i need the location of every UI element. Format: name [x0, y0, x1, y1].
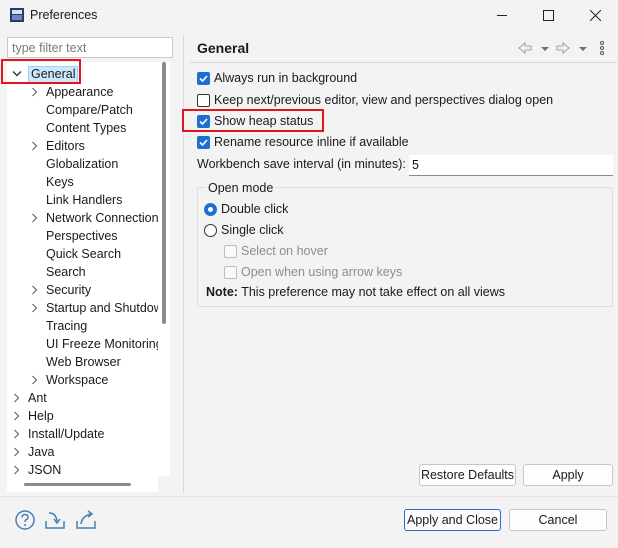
minimize-icon — [496, 14, 507, 16]
single-click-label: Single click — [221, 223, 284, 237]
double-click-radio[interactable]: Double click — [204, 200, 288, 218]
chevron-right-icon[interactable] — [11, 461, 21, 476]
tree-item-label: Network Connections — [46, 211, 158, 225]
tree-item-label: Security — [46, 283, 92, 297]
checkbox-checked-icon — [197, 135, 210, 149]
open-arrow-keys-label: Open when using arrow keys — [241, 265, 403, 279]
tree-vertical-scrollbar[interactable] — [162, 62, 166, 324]
save-interval-input[interactable] — [409, 155, 613, 176]
option-checkbox[interactable]: Always run in background — [197, 69, 357, 87]
filter-input[interactable] — [7, 37, 173, 58]
tree-item-label: Startup and Shutdown — [46, 301, 158, 315]
forward-dropdown-icon[interactable] — [578, 40, 588, 56]
chevron-right-icon[interactable] — [29, 137, 39, 155]
close-button[interactable] — [572, 0, 618, 30]
minimize-button[interactable] — [479, 0, 525, 30]
tree-item-label: Perspectives — [46, 229, 118, 243]
note-bold: Note: — [206, 285, 238, 299]
tree-horizontal-scrollbar[interactable] — [24, 483, 131, 486]
tree-item-label: UI Freeze Monitoring — [46, 337, 158, 351]
tree-item-label: Globalization — [46, 157, 119, 171]
option-label: Rename resource inline if available — [214, 135, 409, 149]
select-on-hover-checkbox[interactable]: Select on hover — [224, 242, 328, 260]
checkbox-checked-icon — [197, 71, 210, 85]
eclipse-app-icon — [10, 8, 24, 22]
open-mode-note: Note: This preference may not take effec… — [206, 285, 505, 299]
apply-and-close-button[interactable]: Apply and Close — [404, 509, 501, 531]
tree-item-label: Web Browser — [46, 355, 121, 369]
chevron-right-icon[interactable] — [11, 389, 21, 407]
tree-item-label: Editors — [46, 139, 85, 153]
tree-item-label: Workspace — [46, 373, 109, 387]
option-checkbox[interactable]: Rename resource inline if available — [197, 133, 409, 151]
chevron-right-icon[interactable] — [29, 281, 39, 299]
import-icon[interactable] — [44, 509, 66, 531]
option-label: Always run in background — [214, 71, 358, 85]
highlight-show-heap-status — [182, 109, 324, 132]
tree-item-label: Search — [46, 265, 86, 279]
back-dropdown-icon[interactable] — [540, 40, 550, 56]
help-icon[interactable] — [14, 509, 36, 531]
checkbox-unchecked-icon — [197, 93, 210, 107]
export-icon[interactable] — [75, 509, 97, 531]
close-icon — [589, 9, 601, 21]
note-text: This preference may not take effect on a… — [237, 285, 505, 299]
tree-item-label: Help — [28, 409, 54, 423]
chevron-right-icon[interactable] — [29, 299, 39, 317]
restore-defaults-button[interactable]: Restore Defaults — [419, 464, 516, 486]
pane-divider[interactable] — [183, 35, 184, 493]
tree-item-label: Quick Search — [46, 247, 122, 261]
tree-item-label: Java — [28, 445, 55, 459]
chevron-right-icon[interactable] — [29, 209, 39, 227]
chevron-right-icon[interactable] — [11, 443, 21, 461]
tree-item-label: Install/Update — [28, 427, 105, 441]
double-click-label: Double click — [221, 202, 289, 216]
checkbox-box — [224, 244, 237, 258]
view-menu-icon[interactable] — [598, 40, 606, 56]
tree-item-label: Link Handlers — [46, 193, 123, 207]
open-arrow-keys-checkbox[interactable]: Open when using arrow keys — [224, 263, 402, 281]
apply-button[interactable]: Apply — [523, 464, 613, 486]
tree-item-label: Appearance — [46, 85, 114, 99]
chevron-right-icon[interactable] — [11, 425, 21, 443]
option-checkbox[interactable]: Keep next/previous editor, view and pers… — [197, 91, 553, 109]
checkbox-box — [224, 265, 237, 279]
highlight-general — [1, 59, 81, 84]
option-label: Keep next/previous editor, view and pers… — [214, 93, 554, 107]
single-click-radio[interactable]: Single click — [204, 221, 284, 239]
title-separator — [190, 62, 617, 63]
page-title: General — [197, 40, 250, 56]
window-title: Preferences — [30, 8, 98, 22]
select-on-hover-label: Select on hover — [241, 244, 328, 258]
footer-separator — [0, 496, 618, 497]
maximize-button[interactable] — [525, 0, 571, 30]
tree-item-label: Ant — [28, 391, 47, 405]
title-bar: Preferences — [0, 0, 618, 30]
save-interval-label: Workbench save interval (in minutes): — [197, 157, 406, 171]
radio-unselected-indicator — [204, 223, 217, 237]
maximize-icon — [542, 9, 554, 21]
chevron-right-icon[interactable] — [29, 83, 39, 101]
tree-item-label: Content Types — [46, 121, 127, 135]
tree-item-label: Keys — [46, 175, 74, 189]
forward-icon[interactable] — [556, 40, 570, 56]
tree-item-label: Compare/Patch — [46, 103, 133, 117]
tree-item-label: JSON — [28, 463, 62, 476]
radio-selected-indicator — [204, 202, 217, 216]
cancel-button[interactable]: Cancel — [509, 509, 607, 531]
chevron-right-icon[interactable] — [11, 407, 21, 425]
tree-item-label: Tracing — [46, 319, 88, 333]
open-mode-label: Open mode — [206, 181, 276, 195]
chevron-right-icon[interactable] — [29, 371, 39, 389]
back-icon[interactable] — [518, 40, 532, 56]
preferences-tree[interactable]: General Appearance Compare/Patch Content Ty… — [7, 62, 158, 476]
